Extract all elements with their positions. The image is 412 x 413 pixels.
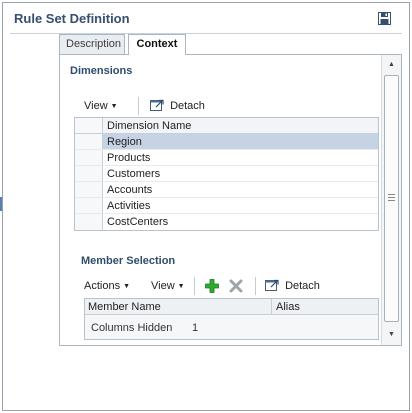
- tab-description[interactable]: Description: [59, 34, 125, 54]
- row-header: [75, 166, 103, 181]
- view-menu-label: View: [84, 100, 108, 112]
- chevron-down-icon: ▼: [110, 103, 118, 110]
- row-header: [75, 198, 103, 213]
- dimension-cell: Region: [107, 136, 142, 148]
- dimension-cell: Customers: [107, 168, 161, 180]
- row-header-column: [75, 118, 103, 133]
- grip-line: [388, 197, 395, 198]
- member-view-menu[interactable]: View ▼: [151, 278, 185, 294]
- toolbar-separator: [138, 97, 139, 115]
- add-icon[interactable]: [205, 279, 219, 293]
- column-header-dimension-name[interactable]: Dimension Name: [107, 118, 191, 134]
- chevron-down-icon: ▼: [177, 283, 185, 290]
- member-table-header: Member Name Alias: [85, 299, 378, 315]
- detach-label: Detach: [170, 100, 205, 112]
- table-row[interactable]: Activities: [75, 198, 378, 214]
- page-title: Rule Set Definition: [14, 11, 130, 26]
- tab-context[interactable]: Context: [128, 34, 186, 55]
- member-selection-table: Member Name Alias Columns Hidden 1: [84, 298, 379, 340]
- toolbar-separator: [194, 277, 195, 295]
- detach-icon: [265, 279, 279, 291]
- save-icon[interactable]: [378, 12, 391, 25]
- columns-hidden-count: 1: [192, 322, 199, 334]
- actions-menu-label: Actions: [84, 280, 121, 292]
- member-detach-button[interactable]: Detach: [265, 278, 320, 294]
- dimensions-table-header: Dimension Name: [75, 118, 378, 134]
- dimension-cell: Activities: [107, 200, 151, 212]
- table-row[interactable]: Accounts: [75, 182, 378, 198]
- dimensions-detach-button[interactable]: Detach: [150, 98, 205, 114]
- table-row[interactable]: Region: [75, 134, 378, 150]
- column-divider: [271, 299, 272, 315]
- grip-line: [388, 194, 395, 195]
- table-row[interactable]: Products: [75, 150, 378, 166]
- row-header: [75, 214, 103, 230]
- splitter-handle[interactable]: [0, 197, 2, 211]
- table-row[interactable]: CostCenters: [75, 214, 378, 230]
- member-selection-heading: Member Selection: [81, 255, 176, 267]
- dimensions-table: Dimension Name Region Products Customers…: [74, 117, 379, 231]
- chevron-down-icon: ▼: [123, 283, 131, 290]
- toolbar-separator: [255, 277, 256, 295]
- column-header-alias[interactable]: Alias: [276, 299, 300, 315]
- context-scroll-region: Dimensions View ▼ Detach Dimension Name R…: [60, 55, 381, 345]
- dimensions-heading: Dimensions: [70, 65, 133, 77]
- context-tab-panel: Dimensions View ▼ Detach Dimension Name R…: [59, 54, 402, 346]
- detach-icon: [150, 99, 164, 111]
- dimension-cell: Accounts: [107, 184, 153, 196]
- scrollbar-thumb[interactable]: [384, 75, 399, 322]
- column-header-member-name[interactable]: Member Name: [88, 299, 161, 315]
- dimension-cell: CostCenters: [107, 216, 169, 228]
- dimensions-toolbar: View ▼ Detach: [74, 95, 374, 117]
- row-header: [75, 150, 103, 165]
- scroll-down-arrow-icon[interactable]: ▼: [384, 328, 399, 342]
- grip-line: [388, 200, 395, 201]
- table-footer: Columns Hidden 1: [85, 315, 378, 339]
- delete-icon[interactable]: [229, 279, 243, 293]
- dimension-cell: Products: [107, 152, 151, 164]
- panel-vertical-scrollbar[interactable]: ▲ ▼: [381, 55, 401, 345]
- detach-label: Detach: [285, 280, 320, 292]
- actions-menu[interactable]: Actions ▼: [84, 278, 130, 294]
- member-selection-toolbar: Actions ▼ View ▼ Detach: [84, 275, 374, 297]
- scroll-up-arrow-icon[interactable]: ▲: [384, 58, 399, 72]
- row-header: [75, 134, 103, 149]
- table-row[interactable]: Customers: [75, 166, 378, 182]
- columns-hidden-label: Columns Hidden: [91, 322, 173, 334]
- row-header: [75, 182, 103, 197]
- view-menu-label: View: [151, 280, 175, 292]
- dimensions-view-menu[interactable]: View ▼: [84, 98, 118, 114]
